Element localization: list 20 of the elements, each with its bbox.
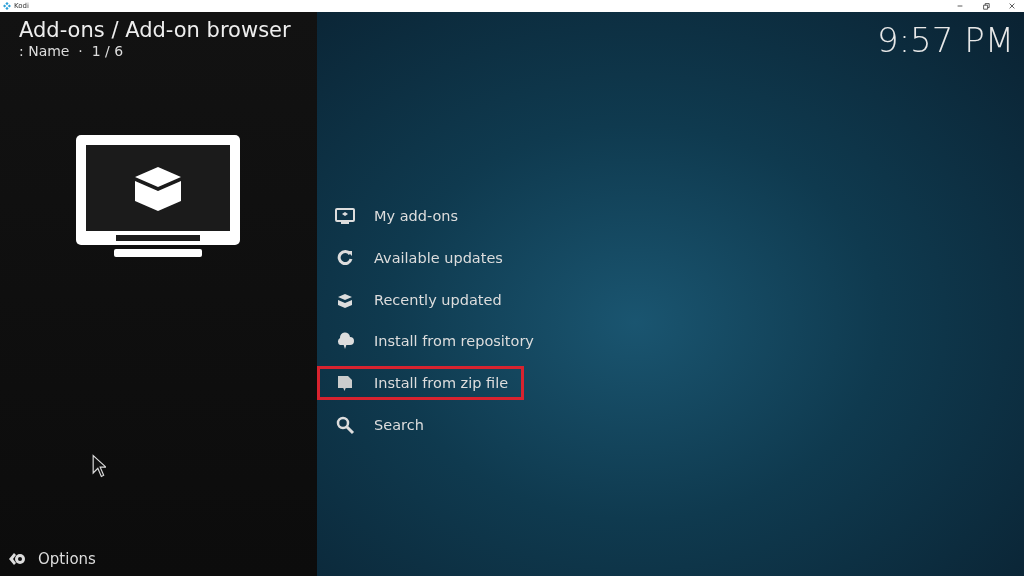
menu-item[interactable]: Recently updated [317,282,524,317]
clock: 9:57 PM [877,19,1015,60]
menu-item[interactable]: Install from zip file [317,366,524,401]
monitor-icon [335,206,355,226]
sort-info: : Name · 1 / 6 [19,43,125,59]
options-label[interactable]: Options [38,550,96,568]
file-download-icon [335,373,355,394]
options-icon [8,550,26,568]
menu-item[interactable]: My add-ons [317,199,524,233]
app-logo-icon [3,2,11,10]
menu-item[interactable]: Available updates [317,240,524,275]
menu-item[interactable]: Search [317,408,524,442]
breadcrumb-title: Add-ons / Add-on browser [19,17,292,43]
restore-icon[interactable] [982,2,990,10]
search-icon [335,415,355,435]
menu-item[interactable]: Install from repository [317,324,549,359]
addon-monitor-icon [76,135,240,257]
refresh-icon [335,247,355,268]
mouse-cursor-icon [92,454,106,478]
close-icon[interactable] [1008,2,1016,10]
